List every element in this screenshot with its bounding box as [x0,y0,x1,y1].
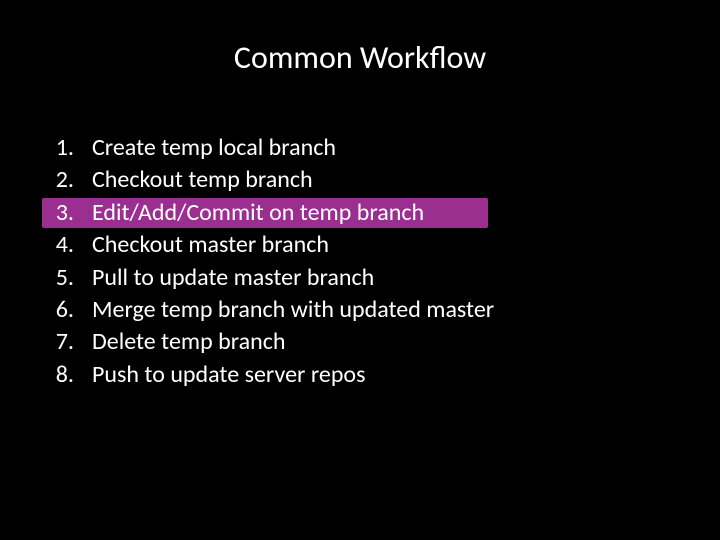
item-number: 3. [42,197,74,229]
slide: Common Workflow 1. Create temp local bra… [0,0,720,540]
item-number: 6. [42,294,74,326]
item-text: Create temp local branch [74,132,336,164]
list-item: 4. Checkout master branch [42,229,662,261]
workflow-list: 1. Create temp local branch 2. Checkout … [42,132,662,391]
list-item: 1. Create temp local branch [42,132,662,164]
item-text: Edit/Add/Commit on temp branch [74,197,424,229]
item-number: 2. [42,164,74,196]
item-text: Checkout master branch [74,229,329,261]
item-text: Push to update server repos [74,359,365,391]
list-item: 5. Pull to update master branch [42,262,662,294]
list-item: 6. Merge temp branch with updated master [42,294,662,326]
item-text: Checkout temp branch [74,164,313,196]
item-text: Merge temp branch with updated master [74,294,494,326]
item-text: Pull to update master branch [74,262,374,294]
item-number: 4. [42,229,74,261]
list-item: 3. Edit/Add/Commit on temp branch [42,197,662,229]
item-number: 1. [42,132,74,164]
list-item: 2. Checkout temp branch [42,164,662,196]
item-number: 8. [42,359,74,391]
slide-title: Common Workflow [0,38,720,77]
list-item: 7. Delete temp branch [42,326,662,358]
list-item: 8. Push to update server repos [42,359,662,391]
item-text: Delete temp branch [74,326,285,358]
item-number: 5. [42,262,74,294]
item-number: 7. [42,326,74,358]
